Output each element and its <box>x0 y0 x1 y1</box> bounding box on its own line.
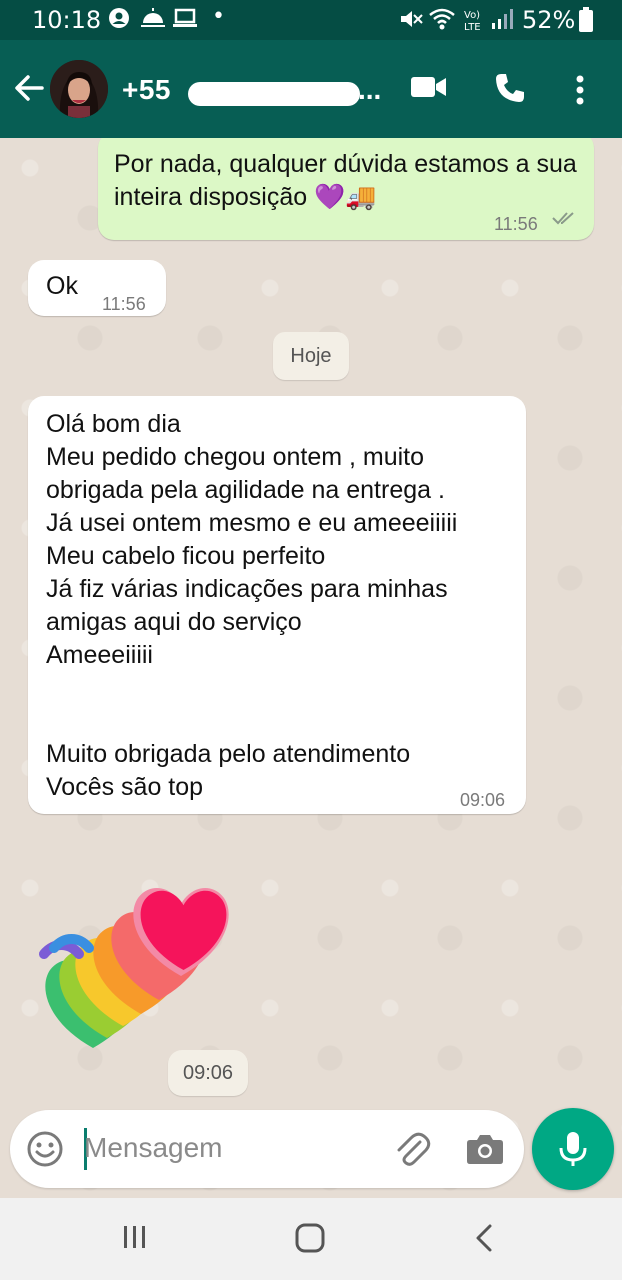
date-divider: Hoje <box>273 332 349 380</box>
message-time: 11:56 <box>102 294 146 314</box>
message-body: Olá bom dia Meu pedido chegou ontem , mu… <box>46 408 516 804</box>
contact-name-ellipsis: ... <box>358 74 382 105</box>
message-line: amigas aqui do serviço <box>46 608 302 636</box>
message-line <box>46 705 516 738</box>
status-bar: 10:18 • Vo) LTE 52% <box>0 0 622 40</box>
notification-dot: • <box>212 4 225 29</box>
signal-icon <box>492 9 513 29</box>
back-arrow-icon[interactable] <box>12 70 46 106</box>
home-icon[interactable] <box>294 1222 326 1254</box>
microphone-icon <box>559 1132 587 1166</box>
laptop-icon <box>173 8 197 27</box>
message-line <box>46 672 516 705</box>
message-time: 09:06 <box>460 790 506 810</box>
rainbow-heart-sticker[interactable] <box>30 858 260 1048</box>
status-time: 10:18 <box>32 6 102 34</box>
message-line: Meu cabelo ficou perfeito <box>46 542 326 570</box>
message-line: Muito obrigada pelo atendimento <box>46 740 411 768</box>
redacted-number <box>188 82 360 106</box>
message-line: Vocês são top <box>46 773 204 801</box>
message-line: obrigada pela agilidade na entrega . <box>46 476 445 504</box>
chat-header: +55 ... <box>0 40 622 138</box>
contact-name[interactable]: +55 <box>122 74 171 106</box>
battery-percent: 52% <box>522 6 576 34</box>
message-line: Já fiz várias indicações para minhas <box>46 575 448 603</box>
wifi-icon <box>429 8 455 30</box>
message-line: Já usei ontem mesmo e eu ameeeiiiii <box>46 509 458 537</box>
message-incoming[interactable]: Olá bom dia Meu pedido chegou ontem , mu… <box>28 396 526 814</box>
message-text: Por nada, qualquer dúvida estamos a sua … <box>114 150 577 211</box>
phone-call-icon[interactable] <box>494 72 526 104</box>
more-options-icon[interactable] <box>574 74 586 106</box>
message-line: Olá bom dia <box>46 410 181 438</box>
volte-icon: Vo)LTE <box>464 10 481 33</box>
camera-icon[interactable] <box>466 1130 504 1166</box>
attach-icon[interactable] <box>392 1130 432 1170</box>
battery-icon <box>579 7 593 32</box>
message-composer[interactable]: Mensagem <box>10 1110 524 1188</box>
svg-text:LTE: LTE <box>464 22 481 33</box>
voice-message-button[interactable] <box>532 1108 614 1190</box>
message-line: Ameeeiiiii <box>46 641 153 669</box>
account-icon <box>109 8 129 28</box>
weather-icon <box>141 8 165 27</box>
message-line: Meu pedido chegou ontem , muito <box>46 443 425 471</box>
sticker-time: 09:06 <box>168 1050 248 1096</box>
message-text: Ok <box>46 272 78 300</box>
message-input[interactable]: Mensagem <box>84 1132 223 1164</box>
double-check-icon <box>552 212 574 225</box>
message-outgoing[interactable]: Por nada, qualquer dúvida estamos a sua … <box>98 138 594 240</box>
video-call-icon[interactable] <box>410 72 448 102</box>
chat-area[interactable]: Por nada, qualquer dúvida estamos a sua … <box>0 138 622 1198</box>
recent-apps-icon[interactable] <box>120 1222 150 1252</box>
message-time: 11:56 <box>494 214 538 234</box>
system-navigation-bar <box>0 1198 622 1280</box>
contact-avatar[interactable] <box>50 60 108 118</box>
emoji-icon[interactable] <box>26 1130 64 1168</box>
back-nav-icon[interactable] <box>472 1222 496 1254</box>
svg-text:Vo): Vo) <box>464 10 480 21</box>
message-incoming[interactable]: Ok 11:56 <box>28 260 166 316</box>
mute-icon <box>401 11 423 27</box>
